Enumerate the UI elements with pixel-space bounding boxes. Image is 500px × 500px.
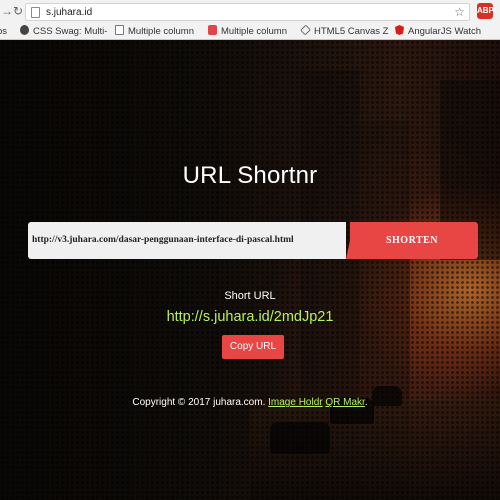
copy-url-button[interactable]: Copy URL: [222, 335, 284, 359]
bookmark-angularjs[interactable]: AngularJS Watch: [395, 25, 481, 38]
css-icon: [20, 25, 29, 35]
hero-background: [0, 40, 500, 500]
bookmark-label: ps: [0, 26, 8, 37]
short-url-link[interactable]: http://s.juhara.id/2mdJp21: [0, 309, 500, 325]
footer: Copyright © 2017 juhara.com. Image Holdr…: [0, 397, 500, 408]
bookmarks-bar: ps CSS Swag: Multi- Multiple column Mult…: [0, 23, 500, 40]
hex-icon: [300, 24, 311, 36]
reload-icon[interactable]: ↻: [11, 4, 25, 18]
bookmark-multiple-column-2[interactable]: Multiple column: [208, 25, 287, 38]
footer-period: .: [364, 397, 368, 408]
bookmark-label: CSS Swag: Multi-: [33, 26, 108, 37]
bookmark-label: AngularJS Watch: [408, 26, 482, 37]
bookmark-apps[interactable]: ps: [0, 25, 7, 38]
shorten-button[interactable]: SHORTEN: [346, 222, 478, 259]
address-url[interactable]: s.juhara.id: [46, 6, 92, 19]
bookmark-star-icon[interactable]: ☆: [454, 5, 465, 19]
page-icon: [115, 25, 124, 35]
bookmark-label: HTML5 Canvas Z: [314, 26, 389, 37]
url-input[interactable]: http://v3.juhara.com/dasar-penggunaan-in…: [28, 222, 346, 259]
page-info-icon[interactable]: [31, 7, 40, 18]
page-title: URL Shortnr: [182, 162, 318, 189]
extension-icon[interactable]: ABP: [477, 3, 494, 19]
red-bookmark-icon: [208, 25, 217, 35]
dot-overlay: [0, 40, 500, 500]
footer-link-qr-makr[interactable]: QR Makr: [325, 397, 364, 408]
address-bar[interactable]: s.juhara.id ☆: [25, 3, 470, 21]
short-url-label: Short URL: [224, 290, 276, 302]
bookmark-label: Multiple column: [221, 26, 287, 37]
angular-icon: [395, 25, 404, 35]
browser-chrome: → ↻ s.juhara.id ☆ ABP ps CSS Swag: Multi…: [0, 0, 500, 40]
copyright-text: Copyright © 2017 juhara.com.: [132, 397, 266, 408]
bookmark-multiple-column-1[interactable]: Multiple column: [115, 25, 194, 38]
bookmark-html5-canvas[interactable]: HTML5 Canvas Z: [300, 24, 389, 38]
footer-link-image-holdr[interactable]: Image Holdr: [268, 397, 322, 408]
shorten-form: http://v3.juhara.com/dasar-penggunaan-in…: [28, 222, 478, 259]
bookmark-css-swag[interactable]: CSS Swag: Multi-: [20, 25, 107, 38]
bookmark-label: Multiple column: [128, 26, 194, 37]
browser-toolbar: → ↻ s.juhara.id ☆ ABP: [0, 0, 500, 23]
